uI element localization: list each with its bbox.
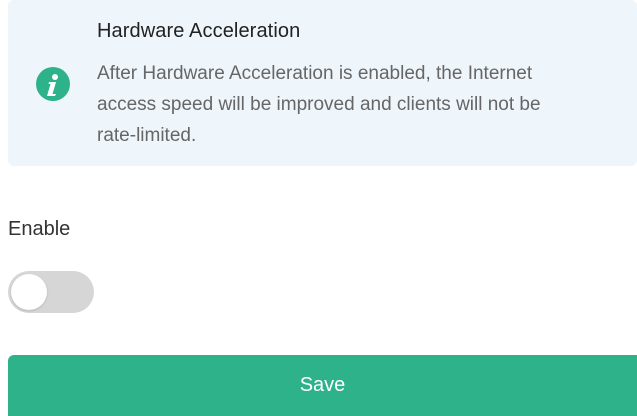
info-title: Hardware Acceleration — [97, 20, 301, 42]
toggle-knob — [11, 274, 47, 310]
enable-label: Enable — [8, 218, 71, 240]
info-description: After Hardware Acceleration is enabled, … — [97, 63, 541, 146]
save-button[interactable]: Save — [8, 355, 637, 416]
enable-toggle[interactable] — [8, 271, 94, 313]
info-icon — [36, 67, 70, 101]
hardware-acceleration-page: Hardware Acceleration After Hardware Acc… — [0, 0, 637, 416]
info-box: Hardware Acceleration After Hardware Acc… — [8, 0, 637, 166]
